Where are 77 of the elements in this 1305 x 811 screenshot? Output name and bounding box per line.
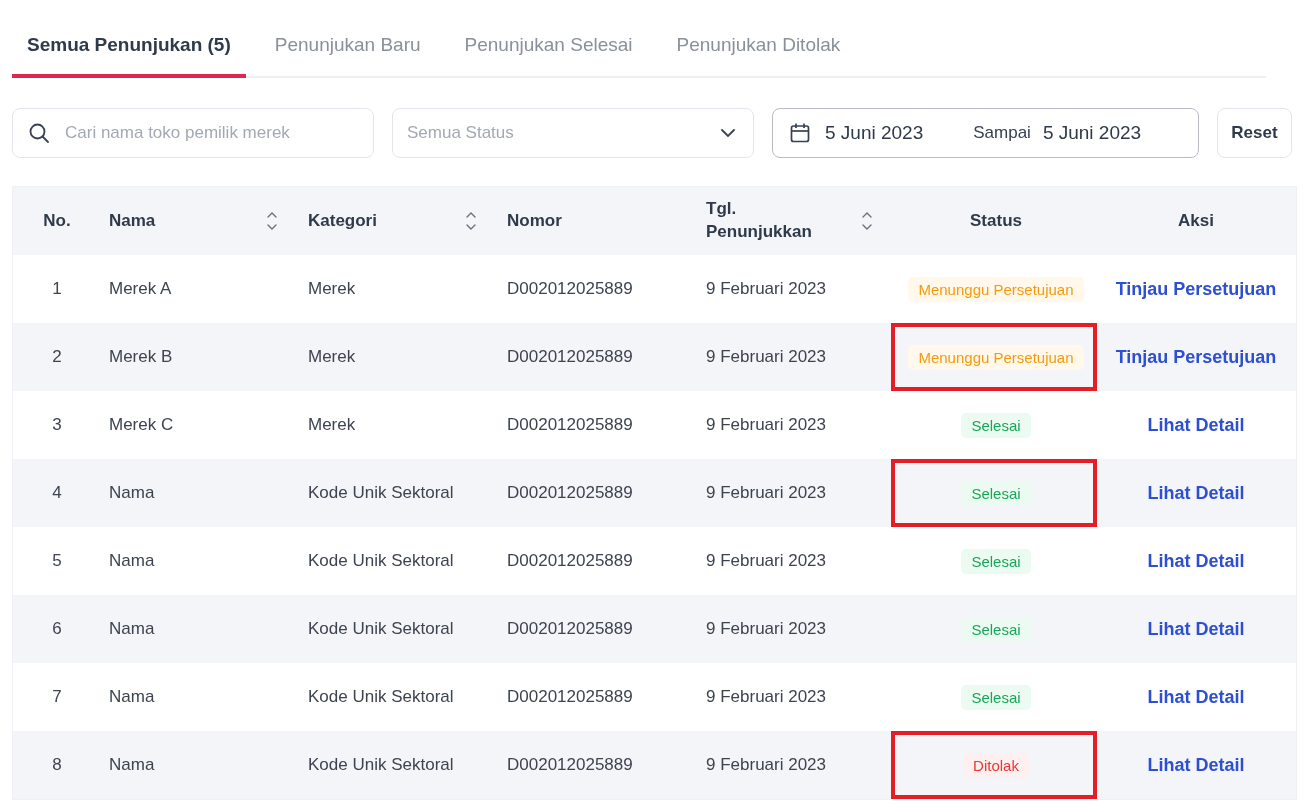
action-link[interactable]: Lihat Detail: [1147, 686, 1245, 708]
table-cell: 9 Februari 2023: [706, 687, 827, 707]
search-field[interactable]: Cari nama toko pemilik merek: [12, 108, 374, 158]
action-link[interactable]: Lihat Detail: [1147, 550, 1245, 572]
date-from: 5 Juni 2023: [825, 122, 924, 144]
table-cell: 5: [52, 551, 62, 571]
date-separator: Sampai: [973, 123, 1031, 143]
table-cell: 9 Februari 2023: [706, 483, 827, 503]
column-header: Nomor: [507, 211, 562, 231]
status-dropdown[interactable]: Semua Status: [392, 108, 754, 158]
table-cell: D002012025889: [507, 551, 633, 571]
action-link[interactable]: Lihat Detail: [1147, 414, 1245, 436]
sort-icon[interactable]: [465, 210, 477, 232]
table-cell: 6: [52, 619, 62, 639]
table-cell: 9 Februari 2023: [706, 755, 827, 775]
status-badge: Selesai: [961, 548, 1031, 574]
status-badge: Ditolak: [963, 752, 1029, 778]
date-to: 5 Juni 2023: [1042, 122, 1142, 144]
column-header: Tgl. Penunjukkan: [706, 198, 813, 243]
table-cell: 9 Februari 2023: [706, 551, 827, 571]
table-cell: 9 Februari 2023: [706, 415, 827, 435]
column-header: No.: [43, 211, 71, 231]
status-badge: Selesai: [961, 412, 1031, 438]
table-cell: D002012025889: [507, 483, 633, 503]
table-cell: D002012025889: [507, 755, 633, 775]
status-badge: Selesai: [961, 616, 1031, 642]
table-cell: Merek A: [109, 279, 172, 299]
action-link[interactable]: Lihat Detail: [1147, 754, 1245, 776]
table-cell: 2: [52, 347, 62, 367]
table-cell: 9 Februari 2023: [706, 347, 827, 367]
column-header: Aksi: [1178, 211, 1214, 231]
column-header: Status: [970, 211, 1022, 231]
table-cell: Nama: [109, 687, 155, 707]
status-badge: Menunggu Persetujuan: [908, 344, 1084, 370]
action-link[interactable]: Lihat Detail: [1147, 482, 1245, 504]
sort-icon[interactable]: [861, 210, 873, 232]
table-cell: D002012025889: [507, 279, 633, 299]
action-link[interactable]: Lihat Detail: [1147, 618, 1245, 640]
table-cell: Kode Unik Sektoral: [308, 483, 454, 503]
table-cell: 9 Februari 2023: [706, 279, 827, 299]
reset-button[interactable]: Reset: [1217, 108, 1292, 158]
table-cell: 1: [52, 279, 62, 299]
column-header: Kategori: [308, 211, 377, 231]
table-cell: Nama: [109, 483, 155, 503]
table-cell: D002012025889: [507, 347, 633, 367]
table-cell: Kode Unik Sektoral: [308, 551, 454, 571]
action-link[interactable]: Tinjau Persetujuan: [1115, 346, 1277, 368]
calendar-icon: [789, 122, 811, 144]
table-cell: Kode Unik Sektoral: [308, 619, 454, 639]
table-cell: Kode Unik Sektoral: [308, 687, 454, 707]
table-cell: D002012025889: [507, 415, 633, 435]
table-cell: D002012025889: [507, 687, 633, 707]
column-header: Nama: [109, 211, 156, 231]
table-cell: Merek B: [109, 347, 173, 367]
tab[interactable]: Semua Penunjukan (5): [12, 0, 246, 78]
table-cell: Nama: [109, 551, 155, 571]
table-cell: Merek: [308, 347, 356, 367]
table-cell: 4: [52, 483, 62, 503]
table-cell: Merek: [308, 279, 356, 299]
table-cell: 7: [52, 687, 62, 707]
table-cell: 8: [52, 755, 62, 775]
table-cell: Merek: [308, 415, 356, 435]
status-badge: Selesai: [961, 480, 1031, 506]
table-cell: Nama: [109, 755, 155, 775]
chevron-down-icon: [720, 128, 736, 138]
table-cell: Merek C: [109, 415, 174, 435]
status-badge: Menunggu Persetujuan: [908, 276, 1084, 302]
status-badge: Selesai: [961, 684, 1031, 710]
date-range-field[interactable]: 5 Juni 2023 Sampai 5 Juni 2023: [772, 108, 1199, 158]
table-cell: D002012025889: [507, 619, 633, 639]
table-cell: 3: [52, 415, 62, 435]
action-link[interactable]: Tinjau Persetujuan: [1115, 278, 1277, 300]
table-cell: Kode Unik Sektoral: [308, 755, 454, 775]
tab[interactable]: Penunjukan Baru: [259, 0, 436, 78]
table-cell: Nama: [109, 619, 155, 639]
table-cell: 9 Februari 2023: [706, 619, 827, 639]
sort-icon[interactable]: [266, 210, 278, 232]
